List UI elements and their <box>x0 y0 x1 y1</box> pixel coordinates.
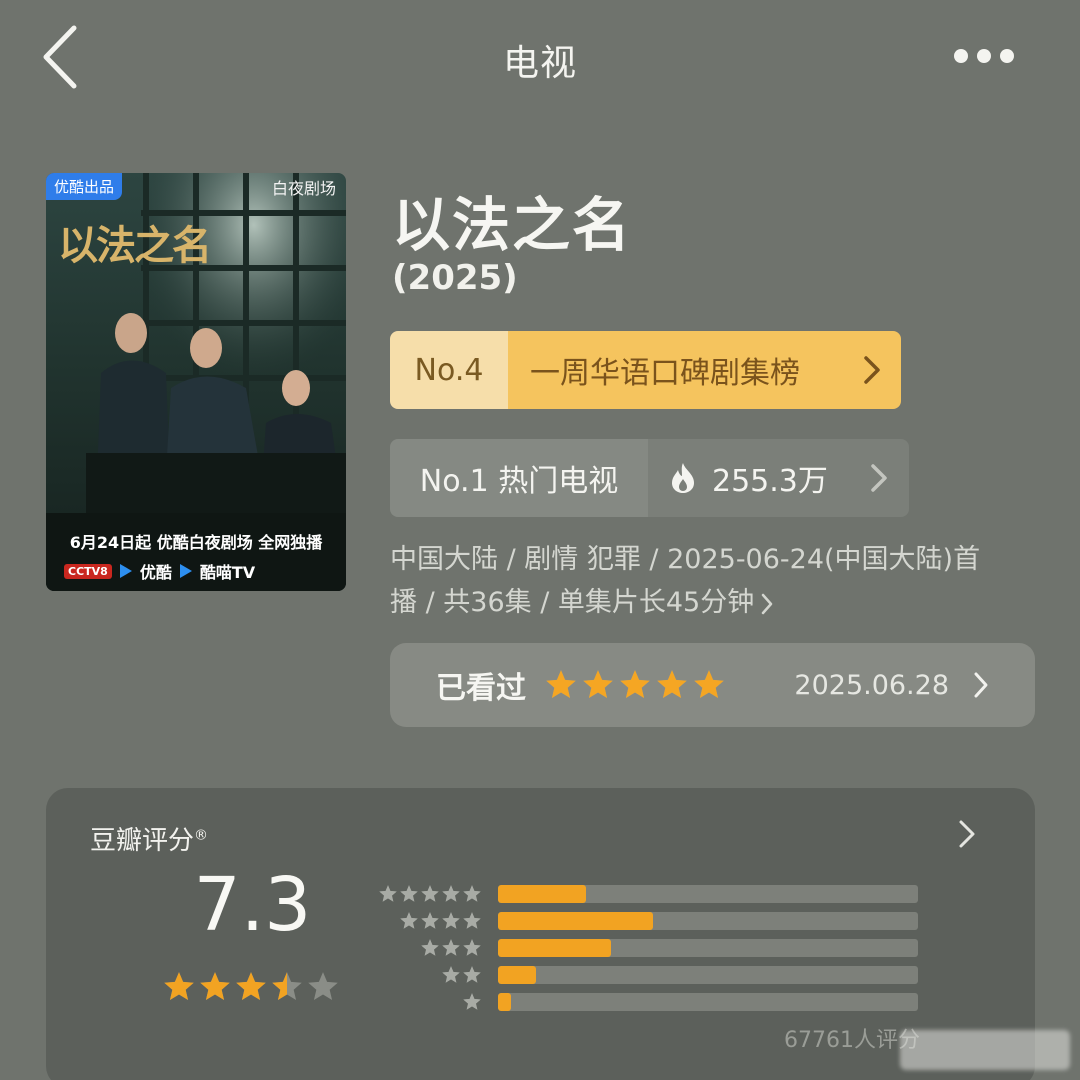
star-icon <box>421 884 439 902</box>
star-icon <box>463 965 481 983</box>
star-icon <box>463 992 481 1010</box>
more-dot <box>977 49 991 63</box>
flame-icon <box>672 463 694 493</box>
star-icon <box>694 670 724 699</box>
distribution-track <box>498 938 918 957</box>
youku-logo-icon <box>119 564 132 578</box>
distribution-row <box>378 961 918 988</box>
distribution-stars <box>378 938 482 958</box>
poster-title: 以法之名 <box>58 222 212 269</box>
ranking-number: No.4 <box>390 331 508 409</box>
star-icon <box>442 884 460 902</box>
distribution-stars <box>378 884 482 904</box>
watched-label: 已看过 <box>436 671 526 706</box>
distribution-bar <box>498 992 511 1011</box>
distribution-stars <box>378 992 482 1012</box>
youku-label: 优酷 <box>139 563 172 582</box>
star-icon <box>200 972 230 1001</box>
douban-rating-title: 豆瓣评分® <box>90 820 208 857</box>
rating-distribution <box>378 880 918 1015</box>
more-dot <box>1000 49 1014 63</box>
ranking-label: 一周华语口碑剧集榜 <box>508 331 843 409</box>
distribution-stars <box>378 965 482 985</box>
kumiao-logo-icon <box>179 564 192 578</box>
distribution-bar <box>498 938 612 957</box>
poster-brand: 白夜剧场 <box>271 179 336 198</box>
chevron-right-icon <box>762 593 773 614</box>
distribution-track <box>498 965 918 984</box>
chevron-right-icon <box>843 331 901 409</box>
star-icon <box>463 938 481 956</box>
star-icon <box>164 972 194 1001</box>
hot-tv-link[interactable]: No.1 热门电视 255.3万 <box>390 439 909 517</box>
poster[interactable]: 优酷出品 白夜剧场 以法之名 6月24日起 优酷白夜剧场 全网独播 CCTV8 … <box>46 173 346 591</box>
watched-date: 2025.06.28 <box>794 669 949 701</box>
poster-badge: 优酷出品 <box>46 173 123 200</box>
star-icon <box>583 670 613 699</box>
distribution-row <box>378 988 918 1015</box>
more-button[interactable] <box>948 36 1020 76</box>
poster-platforms: CCTV8 优酷 酷喵TV <box>64 559 255 583</box>
show-title: 以法之名 <box>392 191 633 259</box>
registered-mark: ® <box>194 827 209 844</box>
show-year: (2025) <box>392 258 518 298</box>
hot-rank: No.1 热门电视 <box>390 439 648 517</box>
distribution-track <box>498 884 918 903</box>
hot-count: 255.3万 <box>712 464 828 499</box>
star-icon <box>620 670 650 699</box>
distribution-row <box>378 934 918 961</box>
score-stars <box>162 970 340 1004</box>
star-icon <box>463 884 481 902</box>
meta-line-1: 中国大陆 / 剧情 犯罪 / 2025-06-24(中国大陆)首 <box>390 544 981 575</box>
douban-title-text: 豆瓣评分 <box>90 826 195 856</box>
watched-status[interactable]: 已看过 2025.06.28 <box>390 643 1035 727</box>
douban-score: 7.3 <box>193 862 312 948</box>
chevron-right-icon <box>959 820 975 848</box>
chevron-right-icon <box>849 439 909 517</box>
meta-line-2-wrap: 播 / 共36集 / 单集片长45分钟 <box>390 581 1010 624</box>
distribution-row <box>378 907 918 934</box>
star-icon <box>400 884 418 902</box>
star-icon <box>421 938 439 956</box>
star-icon <box>379 884 397 902</box>
hot-count-wrap: 255.3万 <box>648 439 849 517</box>
distribution-track <box>498 992 918 1011</box>
distribution-bar <box>498 965 536 984</box>
star-icon <box>657 670 687 699</box>
watched-stars <box>544 668 726 702</box>
rating-more-button[interactable] <box>958 818 976 854</box>
distribution-bar <box>498 884 587 903</box>
star-icon <box>442 938 460 956</box>
distribution-bar <box>498 911 654 930</box>
kumiao-label: 酷喵TV <box>199 563 256 582</box>
watermark <box>900 1030 1070 1070</box>
distribution-stars <box>378 911 482 931</box>
star-icon <box>236 972 266 1001</box>
star-icon <box>442 965 460 983</box>
star-icon <box>421 911 439 929</box>
star-icon <box>400 911 418 929</box>
meta-line-2: 播 / 共36集 / 单集片长45分钟 <box>390 587 755 618</box>
star-icon <box>308 972 338 1001</box>
more-dots-icon <box>954 49 968 63</box>
ranking-link[interactable]: No.4 一周华语口碑剧集榜 <box>390 331 901 409</box>
cctv-logo: CCTV8 <box>64 563 112 579</box>
star-icon <box>442 911 460 929</box>
star-icon <box>463 911 481 929</box>
poster-date-line: 6月24日起 优酷白夜剧场 全网独播 <box>69 533 323 552</box>
star-icon <box>272 972 302 1001</box>
star-icon <box>546 670 576 699</box>
show-meta[interactable]: 中国大陆 / 剧情 犯罪 / 2025-06-24(中国大陆)首 播 / 共36… <box>390 538 1010 624</box>
distribution-track <box>498 911 918 930</box>
page-title: 电视 <box>502 43 577 84</box>
chevron-right-icon <box>973 671 989 699</box>
distribution-row <box>378 880 918 907</box>
